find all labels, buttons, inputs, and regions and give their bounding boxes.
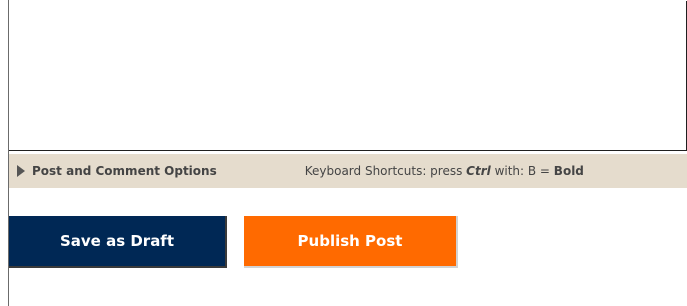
shortcuts-middle: with: B = [490, 164, 554, 178]
post-body-editor[interactable] [9, 1, 687, 151]
post-options-bar: Post and Comment Options Keyboard Shortc… [9, 154, 687, 188]
bold-shortcut-label: Bold [553, 164, 584, 178]
save-as-draft-button[interactable]: Save as Draft [9, 216, 227, 268]
ctrl-key: Ctrl [466, 164, 491, 178]
post-and-comment-options-toggle[interactable]: Post and Comment Options [17, 164, 217, 178]
shortcuts-prefix: Keyboard Shortcuts: press [304, 164, 467, 178]
post-and-comment-options-label[interactable]: Post and Comment Options [32, 164, 217, 178]
keyboard-shortcuts-hint: Keyboard Shortcuts: press Ctrl with: B =… [305, 164, 584, 178]
publish-post-button[interactable]: Publish Post [244, 216, 458, 268]
expand-triangle-icon[interactable] [17, 165, 25, 177]
